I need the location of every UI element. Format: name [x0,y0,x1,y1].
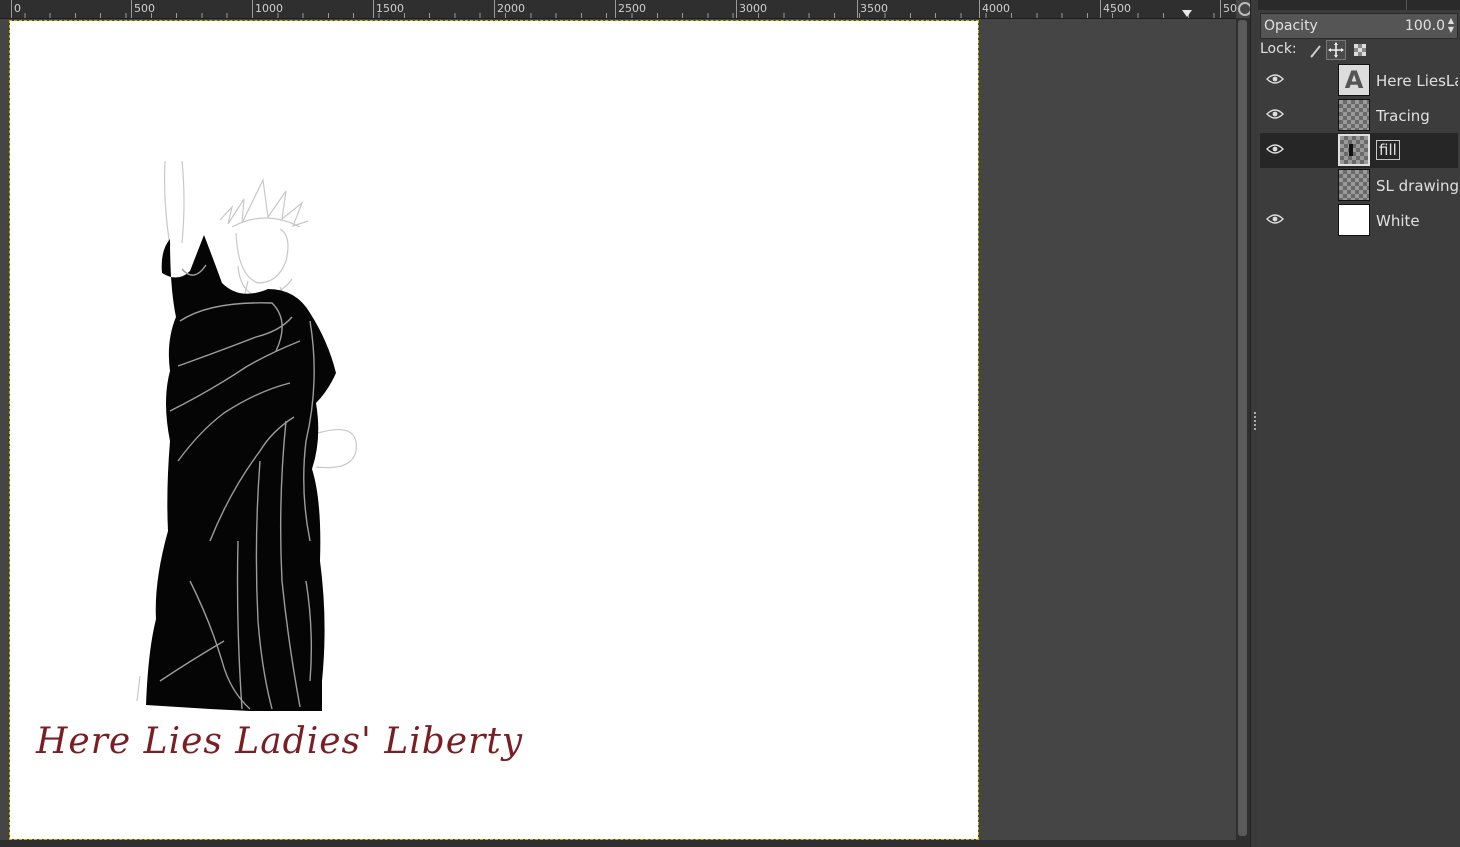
text-layer-thumbnail[interactable]: A [1338,64,1370,96]
text-layer-icon: A [1344,66,1364,94]
layer-row[interactable]: White [1260,203,1458,238]
layer-thumbnail[interactable] [1338,99,1370,131]
eye-icon[interactable] [1266,143,1284,155]
ruler-tick: 2500 [615,0,646,18]
lock-pixels-icon[interactable] [1306,40,1326,60]
opacity-value[interactable]: 100.0 [1405,18,1445,34]
layer-name[interactable]: Here LiesLa [1376,72,1458,90]
ruler-tick: 4000 [979,0,1010,18]
layer-thumbnail[interactable] [1338,134,1370,166]
spin-arrows-icon[interactable]: ▲ ▼ [1447,16,1455,34]
eye-icon[interactable] [1266,213,1284,225]
layer-row-active[interactable]: fill [1260,133,1458,168]
layer-thumbnail[interactable] [1338,169,1370,201]
fill-preview-icon [1349,144,1353,156]
layer-name-editing[interactable]: fill [1376,140,1400,160]
lock-alpha-icon[interactable] [1350,40,1370,60]
mode-strip[interactable] [1258,0,1460,10]
ruler-tick: 4500 [1100,0,1131,18]
layer-thumbnail[interactable] [1338,204,1370,236]
ruler-tick: 3500 [857,0,888,18]
layer-row[interactable]: A Here LiesLa [1260,63,1458,98]
opacity-label: Opacity [1264,18,1318,34]
lock-label: Lock: [1260,41,1297,57]
ruler-tick: 50 [1220,0,1237,18]
ruler-tick: 0 [11,0,21,18]
opacity-spinbox[interactable]: Opacity 100.0 ▲ ▼ [1260,13,1458,39]
vertical-scrollbar-thumb[interactable] [1238,20,1247,836]
horizontal-scrollbar[interactable] [0,840,1250,847]
ruler-tick: 2000 [494,0,525,18]
eye-icon[interactable] [1266,73,1284,85]
lock-position-icon[interactable] [1326,40,1346,60]
layer-name[interactable]: SL drawing [1376,177,1458,195]
image-canvas[interactable]: Here Lies Ladies' Liberty [9,20,979,840]
eye-icon[interactable] [1266,108,1284,120]
vertical-scrollbar[interactable] [1236,18,1250,840]
ruler-tick: 1500 [373,0,404,18]
layer-name[interactable]: White [1376,212,1458,230]
canvas-title-text: Here Lies Ladies' Liberty [36,721,524,762]
ruler-tick: 1000 [252,0,283,18]
hidden-eye-slot[interactable] [1266,178,1284,190]
statue-drawing [136,160,357,711]
ruler-pointer-marker [1182,10,1192,17]
layer-row[interactable]: SL drawing [1260,168,1458,203]
layer-row[interactable]: Tracing [1260,98,1458,133]
ruler-tick: 3000 [736,0,767,18]
ruler-tick: 500 [131,0,155,18]
layers-panel: Opacity 100.0 ▲ ▼ Lock: A Here LiesLa Tra… [1258,0,1460,847]
horizontal-ruler[interactable]: 0 500 1000 1500 2000 2500 3000 3500 4000… [0,0,1237,19]
canvas-area[interactable]: Here Lies Ladies' Liberty [0,19,1236,847]
layer-name[interactable]: Tracing [1376,107,1458,125]
